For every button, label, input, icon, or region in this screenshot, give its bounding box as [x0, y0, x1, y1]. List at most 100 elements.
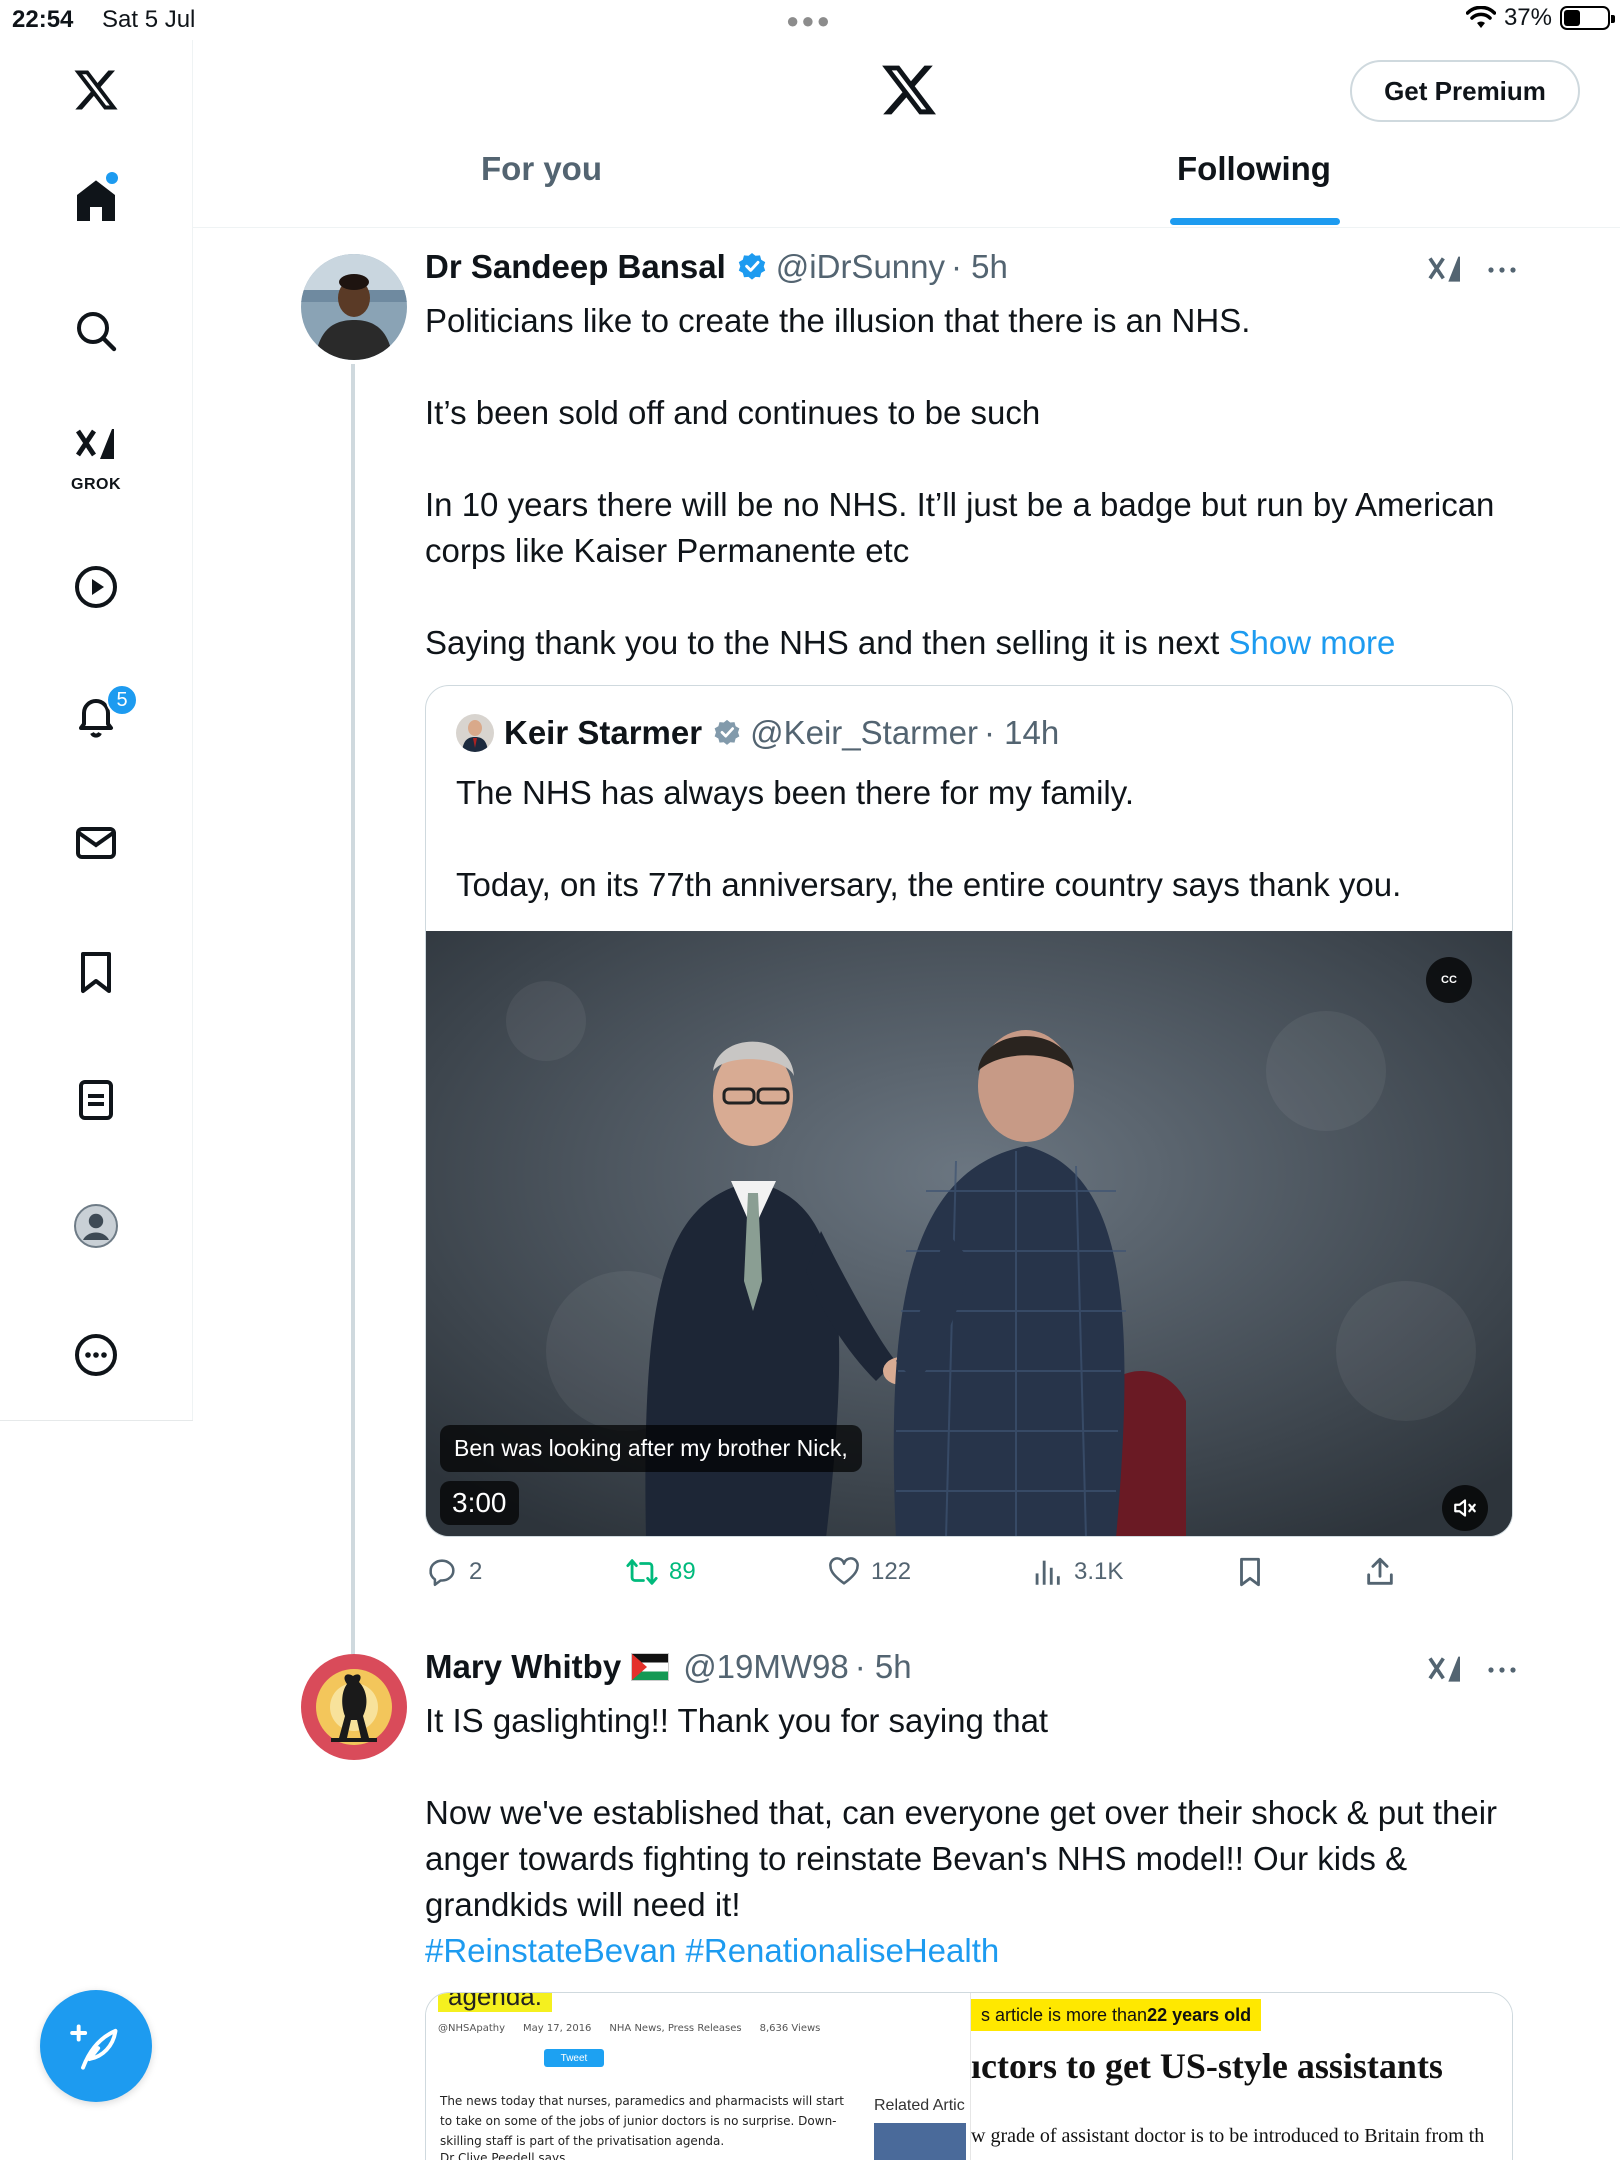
grok-label: GROK: [71, 476, 121, 493]
quoted-tweet-text: The NHS has always been there for my fam…: [456, 770, 1496, 908]
meta-date: May 17, 2016: [523, 2023, 592, 2034]
x-logo-icon[interactable]: [879, 60, 939, 120]
active-tab-indicator: [1170, 218, 1340, 225]
tweet-paragraph: Saying thank you to the NHS and then sel…: [425, 624, 1220, 661]
bookmark-button[interactable]: [1233, 1555, 1267, 1589]
profile-avatar-icon: [74, 1204, 118, 1248]
battery-percent: 37%: [1503, 4, 1552, 31]
retweet-count: 89: [669, 1558, 696, 1585]
status-date: Sat 5 Jul: [102, 6, 196, 33]
tweet-header: Mary Whitby @19MW98 · 5h: [425, 1648, 912, 1686]
article-body: The news today that nurses, paramedics a…: [440, 2094, 844, 2148]
meta-views: 8,636 Views: [759, 2023, 821, 2034]
grok-icon[interactable]: [1425, 1650, 1465, 1690]
like-button[interactable]: 122: [827, 1555, 911, 1589]
tweet-header-actions: [1425, 250, 1517, 290]
tweet-paragraph: It’s been sold off and continues to be s…: [425, 394, 1041, 431]
status-bar: 22:54 Sat 5 Jul ●●● 37%: [0, 0, 1620, 40]
nav-lists[interactable]: [56, 1060, 136, 1140]
nav-home[interactable]: [56, 161, 136, 241]
handle: @Keir_Starmer: [750, 714, 978, 751]
mail-icon: [76, 827, 116, 859]
media-image-left: agenda. @NHSApathy May 17, 2016 NHA News…: [426, 1993, 971, 2160]
battery-icon: [1560, 6, 1615, 30]
timestamp[interactable]: · 5h: [855, 1648, 912, 1686]
heart-icon: [829, 1557, 859, 1585]
bookmark-icon: [1240, 1557, 1260, 1587]
get-premium-button[interactable]: Get Premium: [1350, 60, 1580, 122]
avatar: [456, 714, 494, 752]
retweet-button[interactable]: 89: [625, 1555, 696, 1589]
article-body-tail: Dr Clive Peedell says: [440, 2151, 566, 2160]
home-icon: [77, 180, 115, 221]
x-logo-icon: [74, 70, 118, 110]
nav-more[interactable]: [56, 1315, 136, 1395]
tweet-paragraph: It IS gaslighting!! Thank you for saying…: [425, 1702, 1049, 1739]
views-button[interactable]: 3.1K: [1030, 1555, 1123, 1589]
article-age-banner: s article is more than 22 years old: [971, 1999, 1262, 2031]
age-banner-years: 22 years old: [1147, 2004, 1252, 2025]
status-time: 22:54: [12, 6, 74, 33]
nav-messages[interactable]: [56, 803, 136, 883]
timeline-header: Get Premium For you Following: [193, 40, 1620, 228]
closed-captions-button[interactable]: CC: [1426, 957, 1472, 1003]
share-icon: [1367, 1557, 1393, 1585]
nav-video[interactable]: [56, 547, 136, 627]
media-image-right: s article is more than 22 years old ıcto…: [971, 1993, 1512, 2160]
video-caption: Ben was looking after my brother Nick,: [440, 1425, 862, 1472]
thread-line: [351, 364, 355, 1654]
avatar[interactable]: [301, 1654, 407, 1760]
display-name[interactable]: Dr Sandeep Bansal: [425, 248, 726, 286]
palestine-flag-icon: [631, 1653, 670, 1681]
tweet-paragraph: The NHS has always been there for my fam…: [456, 774, 1134, 811]
tab-for-you[interactable]: For you: [481, 150, 602, 188]
reply-button[interactable]: 2: [425, 1555, 482, 1589]
nav-bookmarks[interactable]: [56, 932, 136, 1012]
display-name[interactable]: Mary Whitby: [425, 1648, 621, 1686]
nav-divider: [0, 1420, 193, 1421]
more-options-icon[interactable]: [1487, 265, 1517, 275]
x-logo-nav[interactable]: [56, 50, 136, 130]
quoted-tweet[interactable]: Keir Starmer @Keir_Starmer · 14h The NHS…: [425, 685, 1513, 1537]
tweet-paragraph: Today, on its 77th anniversary, the enti…: [456, 866, 1402, 903]
tweet-media[interactable]: agenda. @NHSApathy May 17, 2016 NHA News…: [425, 1992, 1513, 2160]
retweet-icon: [626, 1559, 658, 1585]
meta-category: NHA News, Press Releases: [609, 2023, 742, 2034]
article-meta: @NHSApathy May 17, 2016 NHA News, Press …: [438, 2023, 820, 2034]
video-duration: 3:00: [440, 1481, 519, 1525]
verified-badge-icon: [714, 719, 740, 745]
related-articles-label: Related Artic: [874, 2097, 965, 2114]
notifications-badge: 5: [106, 684, 138, 716]
nav-grok[interactable]: [56, 405, 136, 485]
list-icon: [79, 1080, 113, 1120]
nav-search[interactable]: [56, 291, 136, 371]
home-unread-dot: [106, 172, 118, 184]
grok-icon[interactable]: [1425, 250, 1465, 290]
handle[interactable]: @iDrSunny: [776, 248, 945, 286]
handle[interactable]: @19MW98: [683, 1648, 849, 1686]
search-icon: [77, 312, 117, 352]
article-headline: ıctors to get US-style assistants: [971, 2046, 1443, 2086]
nav-profile[interactable]: [56, 1186, 136, 1266]
mute-button[interactable]: [1442, 1485, 1488, 1531]
hashtags[interactable]: #ReinstateBevan #RenationaliseHealth: [425, 1928, 1505, 1974]
meta-author: @NHSApathy: [438, 2023, 506, 2034]
show-more-link[interactable]: Show more: [1228, 624, 1395, 661]
tweet-text: Politicians like to create the illusion …: [425, 298, 1505, 666]
video-player[interactable]: CC Ben was looking after my brother Nick…: [426, 931, 1512, 1536]
tweet-paragraph: Now we've established that, can everyone…: [425, 1794, 1498, 1923]
grok-icon: [76, 429, 114, 459]
views-chart-icon: [1035, 1560, 1060, 1585]
tweet-actions: 2 89 122 3.1K: [425, 1555, 1425, 1595]
avatar[interactable]: [301, 254, 407, 360]
tweet-paragraph: In 10 years there will be no NHS. It’ll …: [425, 486, 1495, 569]
compose-button[interactable]: [40, 1990, 152, 2102]
reply-icon: [429, 1559, 455, 1587]
multitasking-dots[interactable]: ●●●: [786, 8, 832, 34]
tab-following[interactable]: Following: [1177, 150, 1331, 188]
more-circle-icon: [75, 1334, 117, 1376]
more-options-icon[interactable]: [1487, 1665, 1517, 1675]
timestamp[interactable]: · 5h: [951, 248, 1008, 286]
bookmark-icon: [81, 952, 111, 993]
share-button[interactable]: [1363, 1555, 1397, 1589]
